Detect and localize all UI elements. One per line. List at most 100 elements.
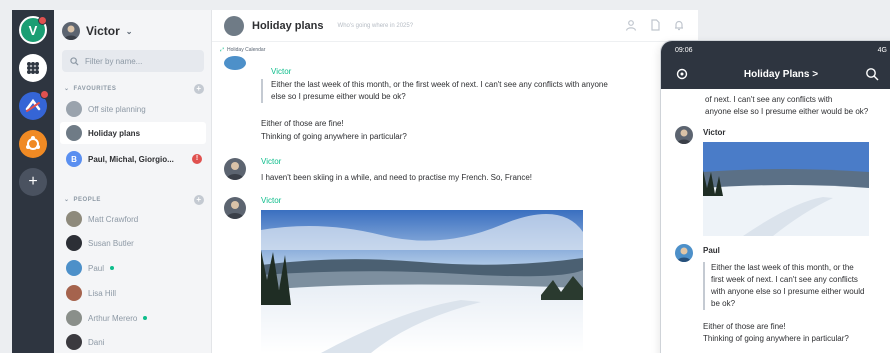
message-body: of next. I can't see any conflicts with: [705, 95, 833, 104]
room-header: Holiday plans Who's going where in 2025?: [212, 10, 698, 42]
person-item-lisa-hill[interactable]: Lisa Hill: [60, 282, 206, 304]
message-body: I haven't been skiing in a while, and ne…: [261, 173, 533, 182]
person-icon: [226, 162, 244, 180]
person-name: Paul: [88, 263, 105, 273]
widget-bar[interactable]: ⤢ Holiday Calendar: [212, 44, 698, 56]
unread-badge: !: [192, 154, 202, 164]
message-body: anyone else so I presume either would be…: [705, 107, 869, 116]
room-item-off-site-planning[interactable]: Off site planning: [60, 98, 206, 120]
community-matrix-button[interactable]: [19, 90, 49, 120]
user-menu-avatar[interactable]: V: [19, 16, 47, 44]
sender-avatar[interactable]: [675, 126, 693, 144]
ski-slope-photo[interactable]: [261, 210, 583, 353]
person-name: Susan Butler: [88, 238, 134, 248]
person-icon: [64, 25, 78, 40]
person-avatar: [66, 285, 82, 301]
sender-avatar[interactable]: [224, 197, 246, 219]
person-icon: [677, 129, 691, 144]
online-indicator: [143, 316, 148, 320]
sender-avatar[interactable]: [224, 56, 246, 70]
favourites-section-header[interactable]: ⌄ FAVOURITES +: [64, 83, 204, 94]
search-icon[interactable]: [865, 67, 879, 84]
person-item-paul[interactable]: Paul: [60, 257, 206, 279]
room-name: Off site planning: [88, 104, 146, 114]
pattern-icon: [27, 62, 39, 74]
add-favourite-icon[interactable]: +: [194, 83, 204, 94]
person-avatar: [66, 235, 82, 251]
filter-placeholder: Filter by name...: [85, 56, 143, 66]
sender-name[interactable]: Victor: [261, 196, 281, 205]
quote-line: else so I presume either would be ok?: [271, 92, 406, 101]
notification-badge: [40, 90, 49, 99]
avatar: [62, 22, 80, 40]
room-name: Paul, Michal, Giorgio...: [88, 154, 174, 164]
quote-line: with anyone else so I presume either wou…: [711, 287, 865, 296]
chevron-down-icon: ⌄: [125, 26, 133, 36]
search-icon: [70, 56, 79, 66]
person-name: Arthur Merero: [88, 313, 138, 323]
room-avatar: [66, 125, 82, 141]
section-label: PEOPLE: [73, 196, 101, 203]
person-icon: [226, 201, 244, 219]
message-quote: Either the last week of this month, or t…: [703, 262, 864, 310]
room-item-group-dm[interactable]: B Paul, Michal, Giorgio... !: [60, 148, 206, 170]
expand-icon: ⤢: [220, 47, 225, 53]
user-name: Victor: [86, 24, 120, 38]
people-section-header[interactable]: ⌄ PEOPLE +: [64, 194, 204, 205]
room-avatar: [66, 101, 82, 117]
community-rail: V +: [12, 10, 54, 353]
message-body: Thinking of going anywhere in particular…: [703, 334, 849, 343]
sender-name[interactable]: Paul: [703, 246, 720, 255]
sender-name[interactable]: Victor: [703, 128, 726, 137]
room-item-holiday-plans[interactable]: Holiday plans: [60, 122, 206, 144]
sender-avatar[interactable]: [224, 158, 246, 180]
snowy-ski-slope-image: [703, 142, 869, 236]
phone-room-header: Holiday Plans >: [661, 59, 890, 89]
person-avatar: [66, 260, 82, 276]
person-icon: [677, 247, 691, 262]
notification-badge: [38, 16, 47, 25]
plus-icon: +: [28, 173, 38, 190]
chevron-down-icon: ⌄: [64, 197, 70, 203]
add-community-button[interactable]: +: [19, 168, 47, 196]
message-body: Thinking of going anywhere in particular…: [261, 132, 407, 141]
members-icon[interactable]: [624, 19, 638, 33]
phone-room-title[interactable]: Holiday Plans >: [744, 69, 818, 80]
room-avatar: [224, 15, 244, 36]
community-pattern-button[interactable]: [19, 54, 47, 82]
room-name: Holiday plans: [88, 128, 141, 138]
add-person-icon[interactable]: +: [194, 194, 204, 205]
person-name: Lisa Hill: [88, 288, 117, 298]
ski-slope-photo[interactable]: [703, 142, 869, 236]
message-body: Either of those are fine!: [703, 322, 786, 331]
user-menu[interactable]: Victor ⌄: [62, 18, 133, 44]
sender-avatar[interactable]: [675, 244, 693, 262]
matrix-logo-icon: [25, 98, 41, 112]
phone-time: 09:06: [675, 46, 693, 54]
user-initial: V: [28, 22, 38, 38]
online-indicator: [110, 266, 115, 270]
person-name: Dani: [88, 337, 105, 347]
sender-name[interactable]: Victor: [261, 157, 281, 166]
chevron-down-icon: ⌄: [64, 86, 70, 92]
notifications-bell-icon[interactable]: [672, 19, 686, 33]
person-item-matt-crawford[interactable]: Matt Crawford: [60, 208, 206, 230]
sender-name[interactable]: Victor: [271, 67, 291, 76]
room-topic: Who's going where in 2025?: [337, 22, 414, 29]
quote-line: first week of next. I can't see any conf…: [711, 275, 858, 284]
person-item-arthur-merero[interactable]: Arthur Merero: [60, 307, 206, 329]
quote-line: be ok?: [711, 299, 736, 308]
person-name: Matt Crawford: [88, 214, 139, 224]
message-quote: Either the last week of this month, or t…: [261, 79, 608, 103]
room-filter-input[interactable]: Filter by name...: [62, 50, 204, 72]
room-title[interactable]: Holiday plans: [252, 20, 324, 32]
settings-gear-icon[interactable]: [675, 67, 689, 84]
app-window: V + Victor ⌄ Filter by name... ⌄ FAVOURI…: [0, 0, 890, 353]
room-list-panel: Victor ⌄ Filter by name... ⌄ FAVOURITES …: [54, 10, 212, 353]
widget-label: Holiday Calendar: [227, 47, 266, 53]
person-item-susan-butler[interactable]: Susan Butler: [60, 232, 206, 254]
person-item-dani[interactable]: Dani: [60, 331, 206, 353]
files-icon[interactable]: [648, 19, 662, 33]
community-ubuntu-button[interactable]: [19, 130, 47, 158]
message-body: Either of those are fine!: [261, 119, 344, 128]
